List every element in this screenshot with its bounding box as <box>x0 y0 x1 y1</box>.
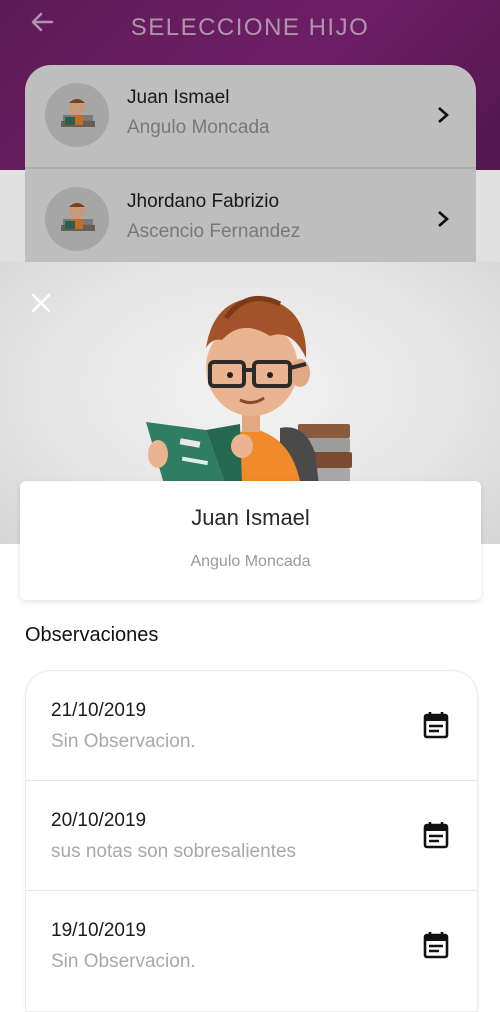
observations-list: 21/10/2019 Sin Observacion. 20/10/2019 s… <box>25 670 478 1012</box>
observation-date: 21/10/2019 <box>51 700 147 721</box>
observation-item[interactable]: 20/10/2019 sus notas son sobresalientes <box>26 781 477 891</box>
observation-date: 20/10/2019 <box>51 810 147 831</box>
observation-text: Sin Observacion. <box>51 951 196 972</box>
dim-overlay[interactable] <box>0 0 500 262</box>
student-name-card: Juan Ismael Angulo Moncada <box>20 481 481 600</box>
section-title: Observaciones <box>25 624 159 646</box>
calendar-icon <box>423 822 449 849</box>
student-detail-sheet: Juan Ismael Angulo Moncada Observaciones… <box>0 262 500 1012</box>
observation-date: 19/10/2019 <box>51 920 147 941</box>
observation-item[interactable]: 21/10/2019 Sin Observacion. <box>26 671 477 781</box>
observation-item[interactable]: 19/10/2019 Sin Observacion. <box>26 891 477 1001</box>
close-icon[interactable] <box>28 290 54 316</box>
student-last-name: Angulo Moncada <box>190 553 311 570</box>
observation-text: sus notas son sobresalientes <box>51 841 297 862</box>
student-first-name: Juan Ismael <box>191 505 310 530</box>
calendar-icon <box>423 932 449 959</box>
student-illustration <box>146 295 352 493</box>
observation-text: Sin Observacion. <box>51 731 196 752</box>
calendar-icon <box>423 712 449 739</box>
